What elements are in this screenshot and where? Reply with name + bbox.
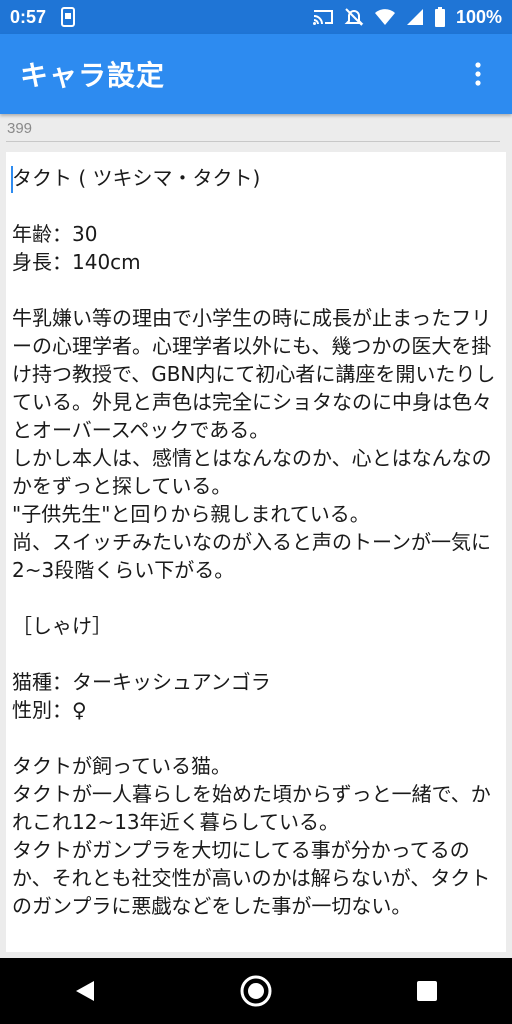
wifi-icon [374,9,395,25]
status-time: 0:57 [10,6,47,27]
battery-icon [434,7,445,27]
signal-icon [406,9,423,25]
battery-level: 100% [455,6,502,27]
overflow-menu-button[interactable] [464,54,492,94]
editor-content[interactable]: タクト ( ツキシマ・タクト) 年齢：30 身長：140cm 牛乳嫌い等の理由で… [12,164,498,920]
more-vert-icon [475,62,481,86]
character-counter: 399 [7,120,33,137]
mute-icon [344,8,364,26]
screenshot-icon [61,7,76,27]
navigation-bar [0,958,512,1024]
cast-icon [312,10,333,25]
back-icon [76,981,95,1001]
recents-button[interactable] [397,961,457,1021]
text-cursor [11,166,13,193]
recents-icon [416,981,437,1001]
divider [6,141,500,142]
text-editor[interactable]: タクト ( ツキシマ・タクト) 年齢：30 身長：140cm 牛乳嫌い等の理由で… [6,152,506,952]
app-bar: キャラ設定 [0,34,512,114]
back-button[interactable] [55,961,115,1021]
home-button[interactable] [226,961,286,1021]
page-title: キャラ設定 [20,60,166,91]
status-bar: 0:57 100% [0,0,512,34]
home-icon [240,975,272,1007]
